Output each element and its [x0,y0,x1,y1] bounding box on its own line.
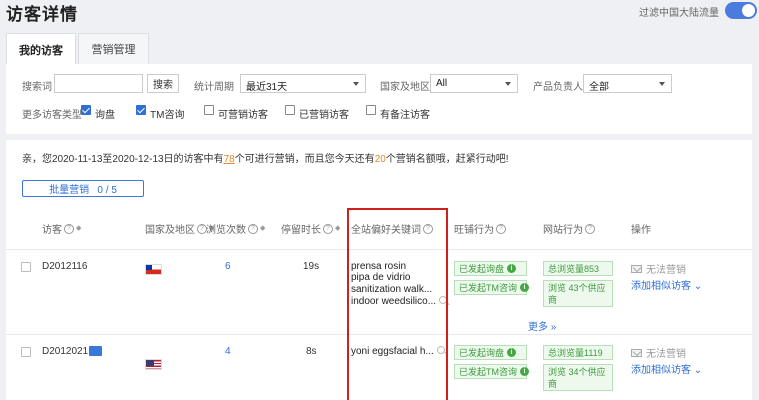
tab-my-visitors[interactable]: 我的访客 [6,33,76,65]
keyword-row: yoni eggsfacial h... [351,346,445,357]
add-similar-visitors-link[interactable]: 添加相似访客 ⌄ [631,277,702,292]
checkbox-tm[interactable] [136,105,146,115]
col-keywords[interactable]: 全站偏好关键词? [351,221,433,236]
col-shop-behavior[interactable]: 旺铺行为? [454,221,506,236]
page-title: 访客详情 [6,5,78,24]
checkbox-tm-label: TM咨询 [150,110,185,121]
search-icon[interactable] [439,296,448,304]
row-select-checkbox[interactable] [21,347,31,357]
keyword-row: indoor weedsilico... [351,296,448,307]
col-views[interactable]: 浏览次数? ◆ [206,221,265,236]
checkbox-marketable[interactable] [204,105,214,115]
sort-icon: ◆ [260,225,266,232]
checkbox-inquiry-label: 询盘 [95,110,115,121]
checkbox-marketed-label: 已营销访客 [299,110,349,121]
visitor-id[interactable]: D2012021 [42,346,88,357]
tab-marketing-management[interactable]: 营销管理 [78,33,149,64]
search-button[interactable]: 搜索 [147,74,179,93]
tm-sent-tag: 已发起TM咨询 i [454,280,529,295]
marketing-notice: 亲，您2020-11-13至2020-12-13日的访客中有78个可进行营销，而… [22,154,509,165]
period-value: 最近31天 [246,82,288,93]
mail-icon [631,348,642,357]
help-icon: ? [248,223,258,234]
row-select-checkbox[interactable] [21,262,31,272]
header-divider [6,249,752,250]
keyword: sanitization walk... [351,284,433,295]
col-country[interactable]: 国家及地区? ◆ [145,221,214,236]
suppliers-viewed-tag: 浏览 43个供应商 [543,280,613,307]
mail-icon [631,264,642,273]
more-link[interactable]: 更多 » [528,318,556,333]
chevron-down-icon: ⌄ [693,365,703,376]
cannot-market-label: 无法营销 [631,261,686,276]
suppliers-viewed-tag: 浏览 34个供应商 [543,364,613,391]
cannot-market-label: 无法营销 [631,345,686,360]
batch-marketing-button[interactable]: 批量营销 0 / 5 [22,180,144,197]
checkbox-noted[interactable] [366,105,376,115]
checkbox-inquiry[interactable] [81,105,91,115]
keyword: prensa rosin [351,261,407,272]
help-icon: ? [423,223,433,234]
keyword: indoor weedsilico... [351,296,437,307]
total-views-tag: 总浏览量1119 [543,345,613,360]
filter-mainland-label: 过滤中国大陆流量 [639,8,719,19]
country-label: 国家及地区 [380,82,430,93]
view-count[interactable]: 6 [225,261,231,272]
double-chevron-down-icon: » [550,322,557,333]
search-input[interactable] [54,74,143,93]
col-visitor[interactable]: 访客? ◆ [42,221,81,236]
marketable-count-link[interactable]: 78 [224,154,235,165]
info-icon: i [520,367,529,376]
col-duration[interactable]: 停留时长? ◆ [281,221,340,236]
help-icon: ? [323,223,333,234]
chile-flag-icon [145,264,162,275]
info-icon: i [507,264,517,273]
stay-duration: 19s [303,261,320,272]
quota-count: 20 [374,154,386,165]
inquiry-sent-tag: 已发起询盘 i [454,345,527,360]
sort-icon: ◆ [335,225,341,232]
add-similar-visitors-link[interactable]: 添加相似访客 ⌄ [631,361,702,376]
row-divider [6,334,752,335]
search-label: 搜索词 [22,82,52,93]
period-select[interactable]: 最近31天 [240,74,366,93]
keyword: yoni eggsfacial h... [351,346,434,357]
col-site-behavior[interactable]: 网站行为? [543,221,595,236]
stay-duration: 8s [306,346,317,357]
usa-flag-icon [145,359,162,370]
inquiry-sent-tag: 已发起询盘 i [454,261,527,276]
country-select[interactable]: All [430,74,518,93]
visitor-id[interactable]: D2012116 [42,261,87,272]
checkbox-noted-label: 有备注访客 [380,110,430,121]
checkbox-marketed[interactable] [285,105,295,115]
help-icon: ? [496,223,506,234]
filter-mainland-toggle[interactable] [725,2,757,19]
chevron-down-icon: ⌄ [693,281,703,292]
view-count[interactable]: 4 [225,346,231,357]
tm-sent-tag: 已发起TM咨询 i [454,364,529,379]
country-value: All [436,78,448,89]
keyword: pipa de vidrio [351,272,411,283]
help-icon: ? [64,223,74,234]
col-actions: 操作 [631,225,651,236]
checkbox-marketable-label: 可营销访客 [218,110,268,121]
total-views-tag: 总浏览量853 [543,261,613,276]
info-icon: i [507,348,517,357]
owner-select[interactable]: 全部 [583,74,672,93]
sort-icon: ◆ [76,225,82,232]
owner-value: 全部 [589,82,609,93]
search-icon[interactable] [436,346,445,354]
owner-label: 产品负责人 [533,82,583,93]
help-icon: ? [585,223,595,234]
info-icon: i [520,283,529,292]
period-label: 统计周期 [194,82,234,93]
more-visitor-types-label: 更多访客类型 [22,110,82,121]
id-card-icon [89,346,102,356]
